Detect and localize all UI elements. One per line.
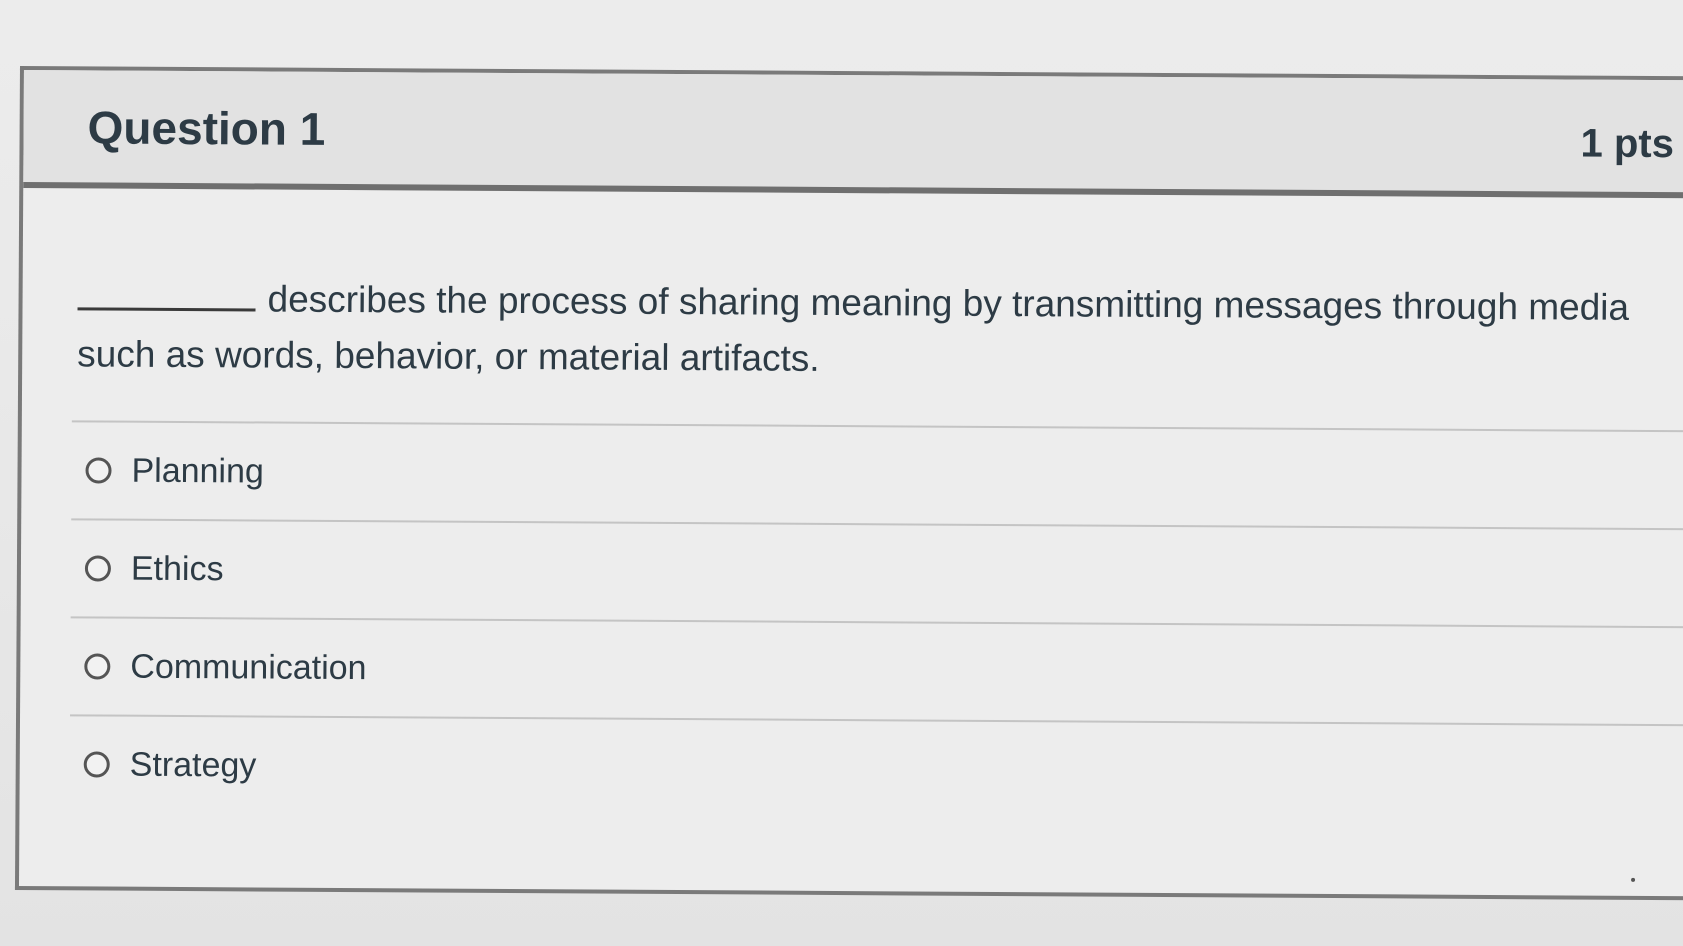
quiz-page: Question 1 1 pts describes the process o… <box>0 0 1683 946</box>
answer-list: Planning Ethics Communication Strategy <box>69 420 1683 822</box>
question-body: describes the process of sharing meaning… <box>19 188 1683 896</box>
radio-button-icon[interactable] <box>84 653 111 680</box>
question-card: Question 1 1 pts describes the process o… <box>14 66 1683 901</box>
question-points: 1 pts <box>1580 121 1675 167</box>
radio-button-icon[interactable] <box>84 555 112 582</box>
answer-option-ethics[interactable]: Ethics <box>71 520 1683 626</box>
answer-label: Communication <box>130 647 367 687</box>
fill-in-blank-line <box>77 277 256 312</box>
answer-label: Ethics <box>130 549 224 588</box>
radio-button-icon[interactable] <box>85 457 112 484</box>
answer-option-planning[interactable]: Planning <box>71 422 1683 528</box>
answer-label: Strategy <box>129 745 257 784</box>
screen-speck <box>1631 877 1636 882</box>
answer-option-communication[interactable]: Communication <box>70 618 1683 724</box>
answer-option-strategy[interactable]: Strategy <box>69 716 1683 822</box>
question-text: describes the process of sharing meaning… <box>77 278 1630 379</box>
question-header: Question 1 1 pts <box>23 70 1683 199</box>
question-title: Question 1 <box>87 101 326 155</box>
question-text-container: describes the process of sharing meaning… <box>77 270 1638 392</box>
answer-label: Planning <box>131 451 264 490</box>
radio-button-icon[interactable] <box>83 751 110 778</box>
